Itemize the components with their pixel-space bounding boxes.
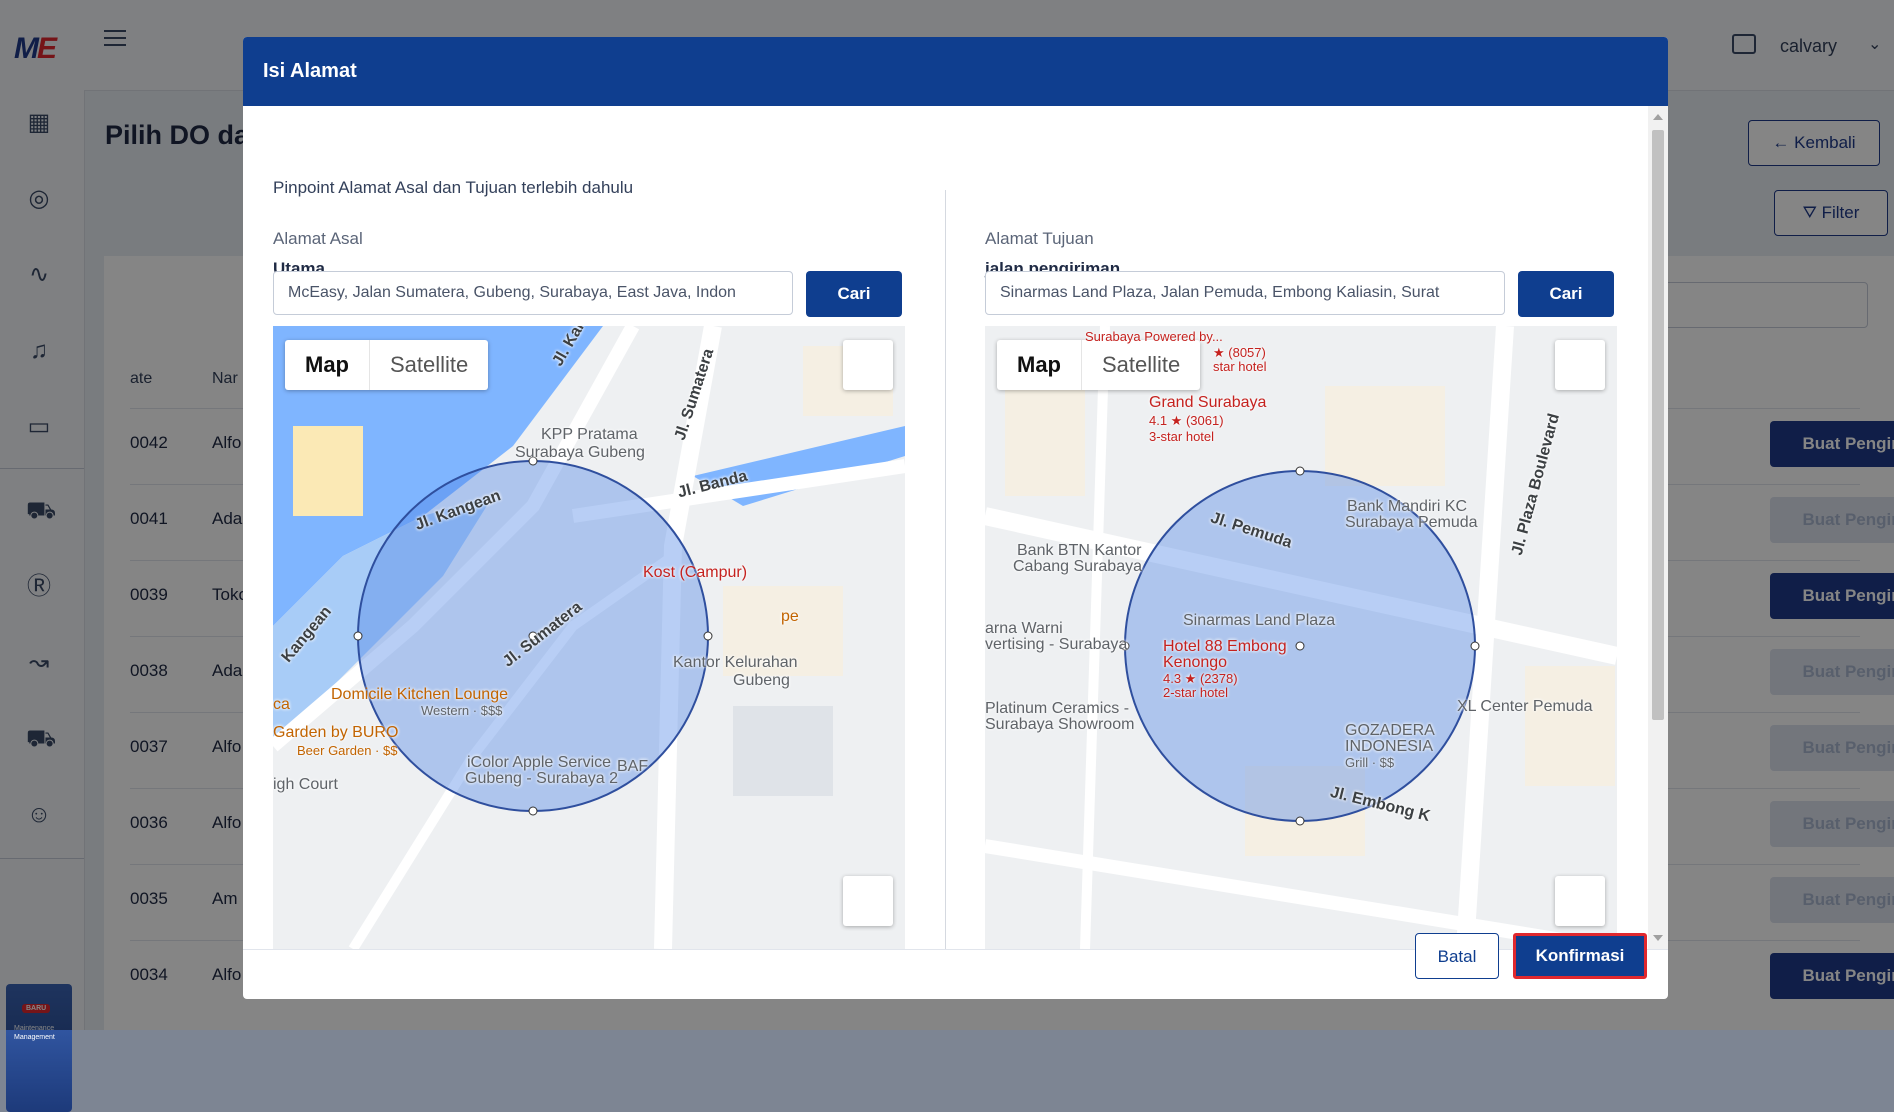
poi-label: pe	[781, 608, 799, 625]
poi-label: 3-star hotel	[1149, 429, 1215, 444]
poi-label: Kantor Kelurahan	[673, 654, 798, 671]
poi-label: Surabaya Powered by...	[1085, 329, 1223, 344]
poi-label: star hotel	[1213, 359, 1267, 374]
scroll-down-icon[interactable]	[1653, 935, 1663, 941]
destination-address-input[interactable]	[985, 271, 1505, 315]
map-type-satellite[interactable]: Satellite	[1082, 340, 1200, 390]
destination-search-button[interactable]: Cari	[1518, 271, 1614, 317]
origin-map[interactable]: Map Satellite KPP Pratama Surabaya Guben…	[273, 326, 905, 949]
poi-label: Bank Mandiri KC	[1347, 498, 1468, 515]
poi-label: Domicile Kitchen Lounge	[331, 686, 508, 703]
destination-column: Alamat Tujuan jalan pengiriman Cari	[985, 106, 1617, 949]
origin-label: Alamat Asal	[273, 229, 363, 248]
map-type-map[interactable]: Map	[997, 340, 1082, 390]
modal-title: Isi Alamat	[263, 60, 357, 82]
poi-label: Platinum Ceramics -	[985, 700, 1130, 717]
poi-label: INDONESIA	[1345, 738, 1434, 755]
destination-label: Alamat Tujuan	[985, 229, 1094, 248]
poi-label: Kost (Campur)	[643, 564, 748, 581]
poi-label: 2-star hotel	[1163, 685, 1229, 700]
map-label: Surabaya Gubeng	[515, 444, 645, 461]
poi-label: Bank BTN Kantor	[1017, 542, 1142, 559]
scroll-thumb[interactable]	[1652, 130, 1664, 720]
modal-body: Pinpoint Alamat Asal dan Tujuan terlebih…	[243, 106, 1648, 949]
poi-label: Western · $$$	[421, 703, 503, 718]
fullscreen-icon[interactable]	[843, 340, 893, 390]
poi-label: Kenongo	[1163, 654, 1228, 671]
scroll-up-icon[interactable]	[1653, 114, 1663, 120]
origin-map-type-toggle[interactable]: Map Satellite	[285, 340, 489, 390]
modal-header: Isi Alamat	[243, 37, 1668, 106]
cancel-button[interactable]: Batal	[1415, 933, 1499, 979]
origin-address-input[interactable]	[273, 271, 793, 315]
poi-label: XL Center Pemuda	[1457, 698, 1593, 715]
poi-label: Surabaya Showroom	[985, 716, 1135, 733]
fullscreen-icon[interactable]	[1555, 340, 1605, 390]
origin-column: Alamat Asal Utama Cari	[273, 106, 905, 949]
poi-label: iColor Apple Service	[467, 754, 612, 771]
column-divider	[945, 190, 946, 949]
poi-label: Gubeng - Surabaya 2	[465, 770, 618, 787]
poi-label: BAF	[617, 758, 649, 775]
poi-label: Grill · $$	[1345, 755, 1395, 770]
poi-label: Beer Garden · $$	[297, 743, 398, 758]
pegman-icon[interactable]	[843, 876, 893, 926]
origin-map-canvas	[273, 326, 905, 949]
poi-label: Surabaya Pemuda	[1345, 514, 1478, 531]
destination-map[interactable]: Map Satellite Surabaya Powered by... ★ (…	[985, 326, 1617, 949]
poi-label: GOZADERA	[1345, 722, 1435, 739]
poi-label: ca	[273, 696, 290, 713]
destination-map-type-toggle[interactable]: Map Satellite	[997, 340, 1201, 390]
poi-label: Cabang Surabaya	[1013, 558, 1142, 575]
modal-scrollbar[interactable]	[1648, 106, 1668, 949]
poi-label: Sinarmas Land Plaza	[1183, 612, 1336, 629]
poi-label: vertising - Surabaya	[985, 636, 1128, 653]
address-modal: Isi Alamat Pinpoint Alamat Asal dan Tuju…	[243, 37, 1668, 999]
poi-label: arna Warni	[985, 620, 1063, 637]
poi-label: Gubeng	[733, 672, 790, 689]
poi-label: Grand Surabaya	[1149, 394, 1267, 411]
map-label: KPP Pratama	[541, 426, 638, 443]
poi-label: 4.1 ★ (3061)	[1149, 413, 1224, 428]
confirm-button[interactable]: Konfirmasi	[1513, 933, 1647, 979]
poi-label: igh Court	[273, 776, 338, 793]
pegman-icon[interactable]	[1555, 876, 1605, 926]
poi-label: Hotel 88 Embong	[1163, 638, 1287, 655]
map-type-satellite[interactable]: Satellite	[370, 340, 488, 390]
poi-label: Garden by BURO	[273, 724, 399, 741]
map-type-map[interactable]: Map	[285, 340, 370, 390]
origin-search-button[interactable]: Cari	[806, 271, 902, 317]
